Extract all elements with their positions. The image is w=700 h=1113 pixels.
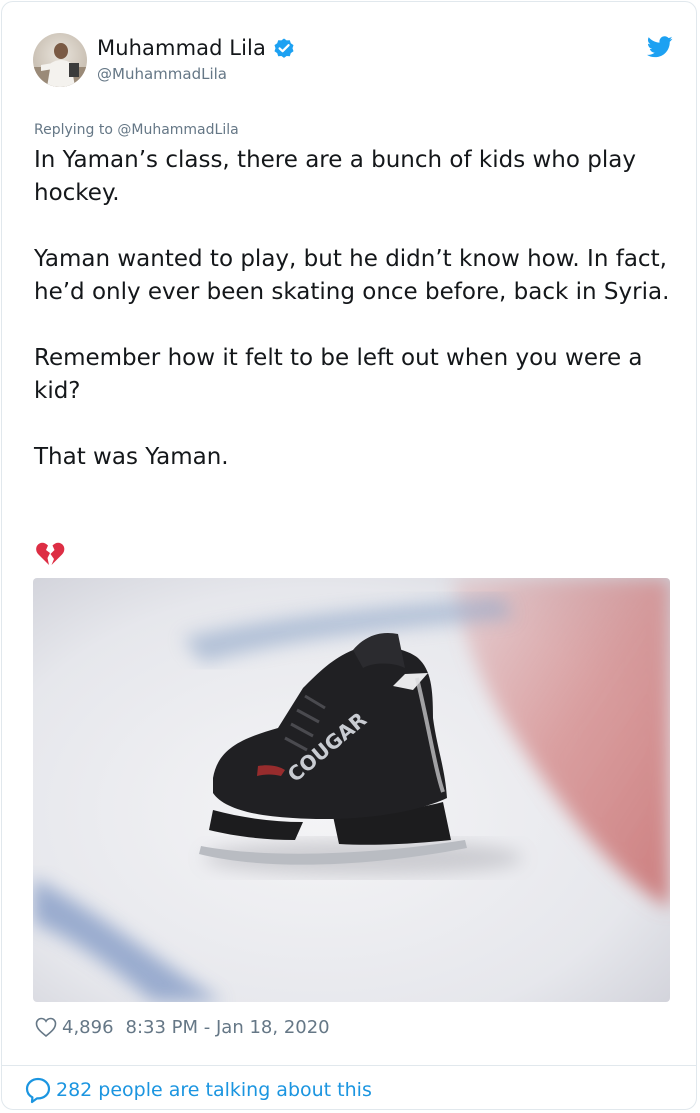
tweet-card: Muhammad Lila @MuhammadLila Replying to …: [1, 1, 697, 1110]
timestamp[interactable]: 8:33 PM - Jan 18, 2020: [126, 1017, 330, 1038]
tweet-meta: 4,896 8:33 PM - Jan 18, 2020: [34, 1014, 330, 1040]
heart-icon[interactable]: [34, 1015, 58, 1039]
avatar[interactable]: [33, 33, 87, 87]
divider: [2, 1065, 696, 1066]
verified-badge-icon: [272, 36, 296, 60]
display-name[interactable]: Muhammad Lila: [97, 36, 266, 60]
talking-text[interactable]: 282 people are talking about this: [56, 1079, 372, 1101]
tweet-header: Muhammad Lila @MuhammadLila: [33, 33, 673, 89]
replying-to[interactable]: Replying to @MuhammadLila: [34, 122, 239, 138]
tweet-paragraph: Remember how it felt to be left out when…: [34, 345, 643, 404]
tweet-image[interactable]: COUGAR: [33, 578, 670, 1002]
tweet-body: In Yaman’s class, there are a bunch of k…: [34, 144, 674, 507]
display-name-row: Muhammad Lila: [97, 35, 296, 61]
like-count[interactable]: 4,896: [62, 1017, 114, 1038]
speech-bubble-icon: [24, 1076, 52, 1104]
tweet-paragraph: Yaman wanted to play, but he didn’t know…: [34, 246, 670, 305]
conversation-link[interactable]: 282 people are talking about this: [24, 1076, 372, 1104]
broken-heart-icon: [34, 538, 66, 570]
avatar-photo: [33, 33, 87, 87]
author-names: Muhammad Lila @MuhammadLila: [97, 35, 296, 83]
ice-skate-photo: COUGAR: [33, 578, 670, 1002]
tweet-paragraph: In Yaman’s class, there are a bunch of k…: [34, 147, 636, 206]
tweet-paragraph: That was Yaman.: [34, 444, 229, 470]
handle[interactable]: @MuhammadLila: [97, 65, 296, 83]
twitter-bird-icon[interactable]: [646, 36, 673, 58]
